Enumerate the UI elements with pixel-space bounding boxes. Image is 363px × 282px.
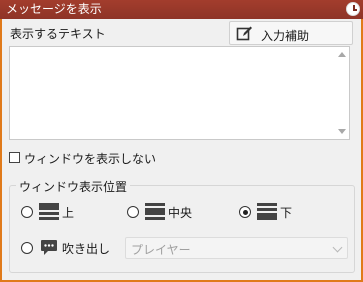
input-assist-label: 入力補助 <box>261 29 310 43</box>
position-top-label[interactable]: 上 <box>62 204 74 221</box>
hide-window-checkbox[interactable] <box>9 152 20 163</box>
speech-bubble-icon <box>41 240 57 255</box>
position-bottom-radio[interactable] <box>239 206 251 218</box>
position-top-radio[interactable] <box>21 206 33 218</box>
position-bubble-radio[interactable] <box>21 242 33 254</box>
title-bar: メッセージを表示 <box>0 0 363 19</box>
window-top-icon <box>39 203 59 221</box>
input-assist-button[interactable]: 入力補助 <box>229 21 353 45</box>
edit-icon <box>236 26 252 41</box>
text-label: 表示するテキスト <box>10 27 106 41</box>
position-bubble-label[interactable]: 吹き出し <box>62 240 110 257</box>
position-bottom-label[interactable]: 下 <box>280 204 292 221</box>
position-middle-radio[interactable] <box>127 206 139 218</box>
clock-icon[interactable] <box>346 2 360 16</box>
speaker-select-value: プレイヤー <box>131 243 191 257</box>
window-position-title: ウィンドウ表示位置 <box>16 178 131 195</box>
window-position-group <box>9 185 355 273</box>
scroll-up-icon[interactable] <box>338 52 346 57</box>
position-middle-label[interactable]: 中央 <box>168 204 192 221</box>
hide-window-label[interactable]: ウィンドウを表示しない <box>24 150 156 167</box>
message-text-area[interactable] <box>9 46 350 140</box>
speaker-select[interactable]: プレイヤー <box>125 237 348 259</box>
window-title: メッセージを表示 <box>6 2 102 16</box>
scroll-down-icon[interactable] <box>338 129 346 134</box>
text-area-scrollbar[interactable] <box>334 47 349 139</box>
chevron-down-icon <box>332 242 343 253</box>
window-bottom-icon <box>257 203 277 221</box>
window-middle-icon <box>145 203 165 221</box>
